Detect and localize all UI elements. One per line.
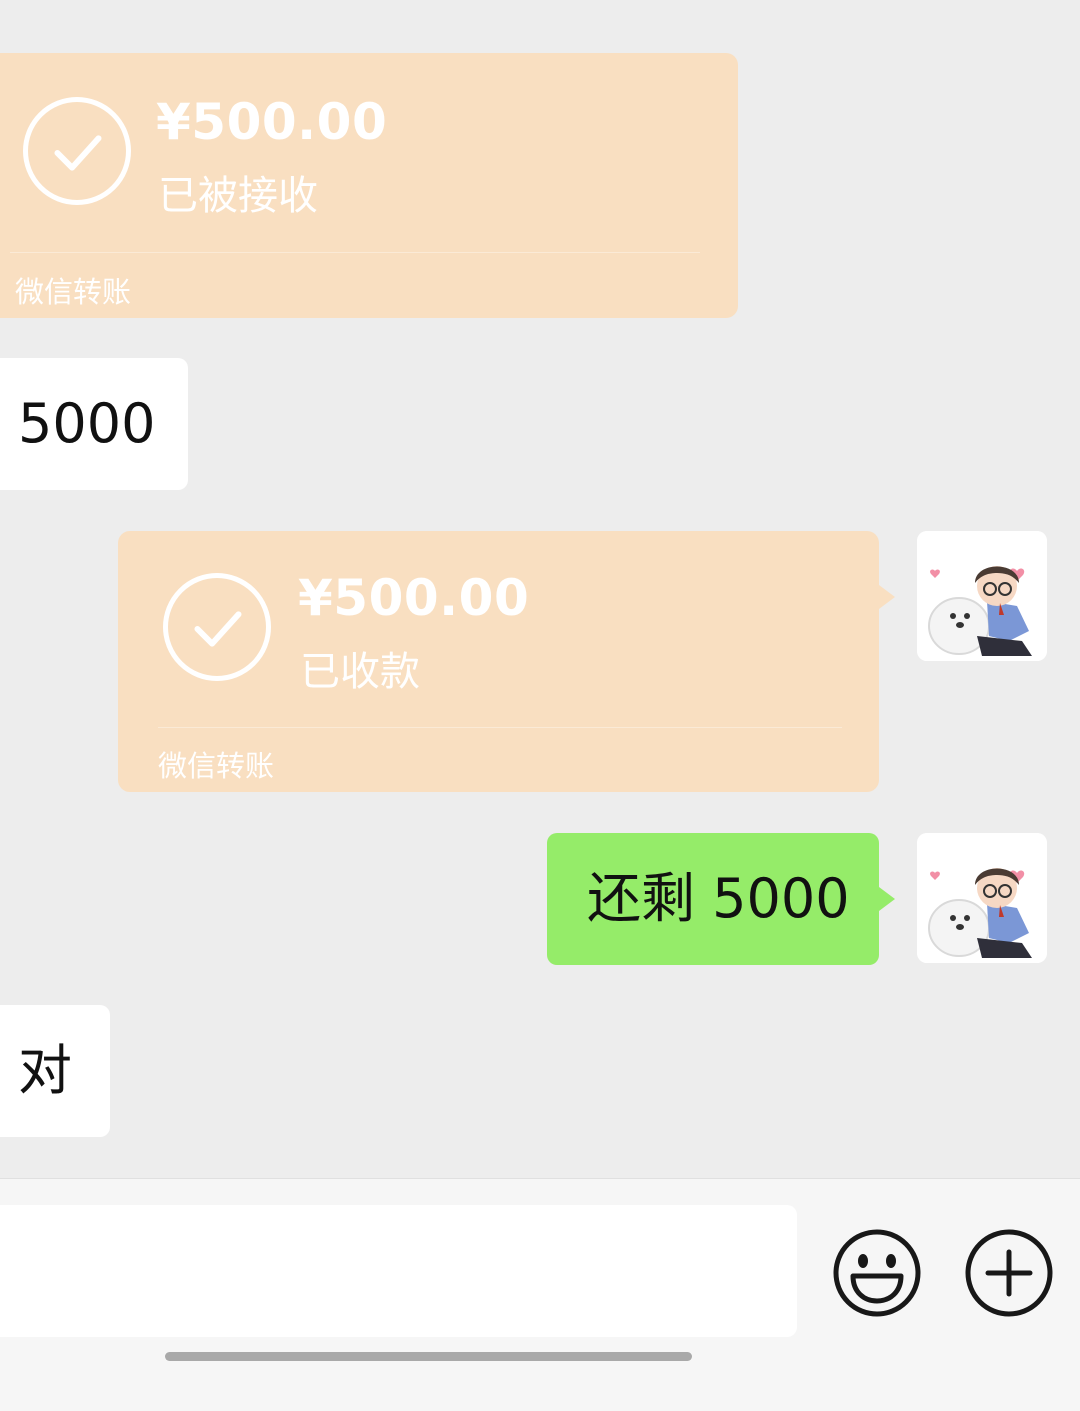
check-circle-icon xyxy=(163,573,271,681)
chat-message-list[interactable]: ¥500.00 已被接收 微信转账 5000 ¥500.00 已收款 微信转账 xyxy=(0,0,1080,1178)
transfer-card-sent[interactable]: ¥500.00 已收款 微信转账 xyxy=(118,531,879,792)
received-message-bubble[interactable]: 5000 xyxy=(0,358,188,490)
transfer-amount: ¥500.00 xyxy=(298,569,530,627)
home-indicator xyxy=(165,1352,692,1361)
transfer-status: 已收款 xyxy=(300,649,420,695)
emoji-button[interactable] xyxy=(832,1228,922,1318)
message-text: 对 xyxy=(18,1039,72,1102)
message-text: 5000 xyxy=(18,392,156,455)
transfer-source-label: 微信转账 xyxy=(158,749,275,783)
received-message-bubble[interactable]: 对 xyxy=(0,1005,110,1137)
message-input[interactable] xyxy=(0,1205,797,1337)
more-options-button[interactable] xyxy=(964,1228,1054,1318)
transfer-status: 已被接收 xyxy=(158,173,318,219)
smiley-face-icon xyxy=(833,1229,921,1317)
chat-input-bar xyxy=(0,1178,1080,1411)
bubble-tail xyxy=(879,887,895,911)
user-avatar[interactable] xyxy=(917,531,1047,661)
bubble-tail xyxy=(879,585,895,609)
transfer-source-label: 微信转账 xyxy=(15,275,132,309)
message-text: 还剩 5000 xyxy=(587,867,850,930)
transfer-card-received[interactable]: ¥500.00 已被接收 微信转账 xyxy=(0,53,738,318)
check-circle-icon xyxy=(23,97,131,205)
user-avatar[interactable] xyxy=(917,833,1047,963)
transfer-divider xyxy=(158,727,842,728)
transfer-divider xyxy=(10,252,700,253)
plus-circle-icon xyxy=(965,1229,1053,1317)
transfer-amount: ¥500.00 xyxy=(156,93,388,151)
sent-message-bubble[interactable]: 还剩 5000 xyxy=(547,833,879,965)
